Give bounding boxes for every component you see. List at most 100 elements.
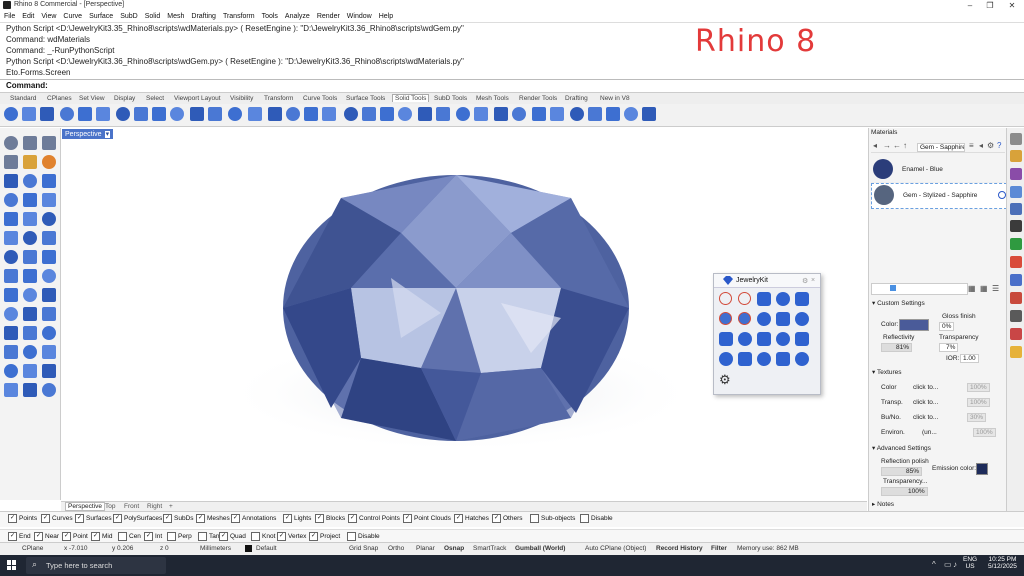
- filter-toggle[interactable]: Filter: [711, 545, 727, 552]
- command-line[interactable]: Command:: [0, 79, 1024, 91]
- bail-icon[interactable]: [757, 312, 771, 326]
- modeling-tool-icon[interactable]: [42, 288, 56, 302]
- checkbox-box[interactable]: [580, 514, 589, 523]
- size-icon[interactable]: [795, 312, 809, 326]
- texture-slot[interactable]: click to...: [913, 414, 938, 421]
- list-view-icon[interactable]: ☰: [992, 284, 999, 293]
- gem-setting-icon[interactable]: [738, 312, 751, 325]
- reflectivity-value[interactable]: 81%: [881, 343, 913, 352]
- checkbox-box[interactable]: ✓: [113, 514, 122, 523]
- slider-thumb[interactable]: [890, 285, 896, 291]
- checkbox-box[interactable]: ✓: [492, 514, 501, 523]
- ior-value[interactable]: 1.00: [960, 354, 979, 363]
- gear-icon[interactable]: ⚙: [719, 372, 733, 387]
- units-label[interactable]: Millimeters: [200, 545, 231, 552]
- ortho-toggle[interactable]: Ortho: [388, 545, 404, 552]
- checkbox-end[interactable]: ✓ End: [8, 532, 31, 541]
- checkbox-box[interactable]: ✓: [454, 514, 463, 523]
- checkbox-box[interactable]: ✓: [196, 514, 205, 523]
- solid-tool-icon[interactable]: [380, 107, 394, 121]
- modeling-tool-icon[interactable]: [23, 288, 37, 302]
- checkbox-near[interactable]: ✓ Near: [34, 532, 59, 541]
- texture-amount[interactable]: 100%: [973, 428, 996, 437]
- menu-mesh[interactable]: Mesh: [163, 11, 187, 22]
- search-icon[interactable]: [1010, 346, 1022, 358]
- gem-icon[interactable]: [757, 292, 771, 306]
- checkbox-box[interactable]: ✓: [62, 532, 71, 541]
- modeling-tool-icon[interactable]: [42, 155, 56, 169]
- tab-standard[interactable]: Standard: [10, 95, 36, 102]
- solid-tool-icon[interactable]: [116, 107, 130, 121]
- display-icon[interactable]: [1010, 168, 1022, 180]
- advanced-settings-header[interactable]: ▾ Advanced Settings: [872, 444, 931, 452]
- tab-front[interactable]: Front: [124, 503, 139, 510]
- modeling-tool-icon[interactable]: [4, 326, 18, 340]
- tab-curve-tools[interactable]: Curve Tools: [303, 95, 337, 102]
- modeling-tool-icon[interactable]: [23, 231, 37, 245]
- menu-view[interactable]: View: [37, 11, 59, 22]
- modeling-tool-icon[interactable]: [42, 307, 56, 321]
- menu-edit[interactable]: Edit: [18, 11, 37, 22]
- tab-drafting[interactable]: Drafting: [565, 95, 588, 102]
- modeling-tool-icon[interactable]: [4, 383, 18, 397]
- solid-tool-icon[interactable]: [642, 107, 656, 121]
- solid-tool-icon[interactable]: [170, 107, 184, 121]
- checkbox-points[interactable]: ✓ Points: [8, 514, 37, 523]
- layers-icon[interactable]: [1010, 150, 1022, 162]
- menu-drafting[interactable]: Drafting: [187, 11, 219, 22]
- material-breadcrumb[interactable]: Gem - Sapphire: [917, 143, 965, 152]
- snapshots-icon[interactable]: [1010, 310, 1022, 322]
- solid-tool-icon[interactable]: [474, 107, 488, 121]
- tab-transform[interactable]: Transform: [264, 95, 293, 102]
- modeling-tool-icon[interactable]: [23, 155, 37, 169]
- tab-perspective[interactable]: Perspective: [65, 502, 105, 511]
- modeling-tool-icon[interactable]: [4, 288, 18, 302]
- solid-tool-icon[interactable]: [228, 107, 242, 121]
- solid-tool-icon[interactable]: [494, 107, 508, 121]
- solid-tool-icon[interactable]: [190, 107, 204, 121]
- reflection-polish-value[interactable]: 85%: [881, 467, 923, 476]
- modeling-tool-icon[interactable]: [23, 136, 37, 150]
- checkbox-control-points[interactable]: ✓ Control Points: [348, 514, 400, 523]
- layer-label[interactable]: Default: [256, 545, 277, 552]
- grid-view-icon[interactable]: ▦: [968, 284, 976, 293]
- checkbox-box[interactable]: ✓: [75, 514, 84, 523]
- language-indicator[interactable]: ENG US: [963, 556, 977, 570]
- modeling-tool-icon[interactable]: [4, 193, 18, 207]
- modeling-tool-icon[interactable]: [23, 269, 37, 283]
- checkbox-annotations[interactable]: ✓ Annotations: [231, 514, 276, 523]
- taskbar-search[interactable]: ⌕ Type here to search: [26, 557, 166, 574]
- menu-transform[interactable]: Transform: [219, 11, 258, 22]
- menu-icon[interactable]: ≡: [969, 141, 974, 150]
- modeling-tool-icon[interactable]: [4, 307, 18, 321]
- solid-tool-icon[interactable]: [152, 107, 166, 121]
- checkbox-mid[interactable]: ✓ Mid: [91, 532, 112, 541]
- help-panel-icon[interactable]: [1010, 186, 1022, 198]
- checkbox-box[interactable]: ✓: [283, 514, 292, 523]
- solid-tool-icon[interactable]: [436, 107, 450, 121]
- modeling-tool-icon[interactable]: [4, 155, 18, 169]
- solid-tool-icon[interactable]: [418, 107, 432, 121]
- transparency-value[interactable]: 7%: [939, 343, 959, 352]
- back-icon[interactable]: ◂: [873, 141, 877, 150]
- tab-visibility[interactable]: Visibility: [230, 95, 253, 102]
- solid-tool-icon[interactable]: [248, 107, 262, 121]
- environment-icon[interactable]: [1010, 238, 1022, 250]
- modeling-tool-icon[interactable]: [23, 174, 37, 188]
- checkbox-box[interactable]: ✓: [34, 532, 43, 541]
- checkbox-cen[interactable]: Cen: [118, 532, 141, 541]
- modeling-tool-icon[interactable]: [23, 307, 37, 321]
- modeling-tool-icon[interactable]: [4, 345, 18, 359]
- checkbox-box[interactable]: ✓: [144, 532, 153, 541]
- modeling-tool-icon[interactable]: [42, 269, 56, 283]
- tab-right[interactable]: Right: [147, 503, 162, 510]
- auto-cplane-toggle[interactable]: Auto CPlane (Object): [585, 545, 646, 552]
- modeling-tool-icon[interactable]: [42, 250, 56, 264]
- pave-icon[interactable]: [719, 312, 732, 325]
- prong-icon[interactable]: [776, 292, 790, 306]
- color-swatch[interactable]: [899, 319, 929, 331]
- tab-display[interactable]: Display: [114, 95, 135, 102]
- record-history-toggle[interactable]: Record History: [656, 545, 703, 552]
- volume-icon[interactable]: ♪: [953, 560, 957, 569]
- solid-tool-icon[interactable]: [286, 107, 300, 121]
